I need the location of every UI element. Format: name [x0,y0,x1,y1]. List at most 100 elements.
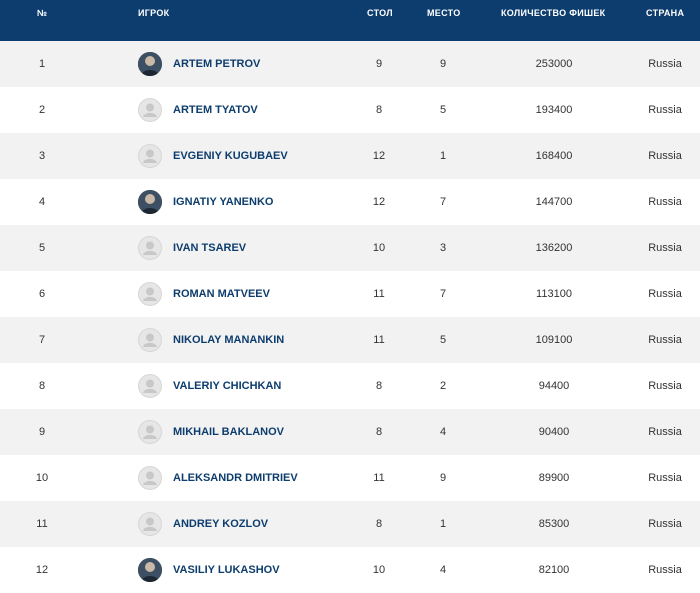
table-number-cell: 12 [372,150,386,162]
table-row: 10 ALEKSANDR DMITRIEV 11 9 89900 Russia [0,455,700,501]
seat-number-cell: 1 [439,518,447,530]
table-number-cell: 8 [375,426,383,438]
player-name-link[interactable]: VASILIY LUKASHOV [173,564,280,576]
table-number-cell: 10 [372,564,386,576]
table-row: 1 ARTEM PETROV 9 9 253000 Russia [0,41,700,87]
player-name-link[interactable]: MIKHAIL BAKLANOV [173,426,284,438]
country-cell: Russia [648,380,682,392]
table-body: 1 ARTEM PETROV 9 9 253000 Russia 2 ARTEM TYATOV… [0,41,700,593]
header-player: ИГРОК [138,8,170,18]
default-avatar-icon[interactable] [138,282,162,306]
player-name-link[interactable]: ARTEM TYATOV [173,104,258,116]
table-number-cell: 8 [375,104,383,116]
country-cell: Russia [648,104,682,116]
country-cell: Russia [648,426,682,438]
player-name-link[interactable]: NIKOLAY MANANKIN [173,334,284,346]
chip-count-cell: 113100 [536,288,572,300]
table-header: № ИГРОК СТОЛ МЕСТО КОЛИЧЕСТВО ФИШЕК СТРА… [0,0,700,41]
table-row: 12 VASILIY LUKASHOV 10 4 82100 Russia [0,547,700,593]
default-avatar-icon[interactable] [138,466,162,490]
default-avatar-icon[interactable] [138,374,162,398]
table-row: 11 ANDREY KOZLOV 8 1 85300 Russia [0,501,700,547]
header-num: № [37,8,48,18]
default-avatar-icon[interactable] [138,236,162,260]
default-avatar-icon[interactable] [138,144,162,168]
header-table: СТОЛ [367,8,393,18]
chip-count-cell: 82100 [538,564,570,576]
chip-count-cell: 109100 [535,334,573,346]
country-cell: Russia [648,196,682,208]
header-chips: КОЛИЧЕСТВО ФИШЕК [501,8,606,18]
seat-number-cell: 9 [439,472,447,484]
table-number-cell: 8 [375,518,383,530]
table-row: 6 ROMAN MATVEEV 11 7 113100 Russia [0,271,700,317]
player-name-link[interactable]: ARTEM PETROV [173,58,260,70]
seat-number-cell: 9 [439,58,447,70]
rank-cell: 5 [38,242,46,254]
rank-cell: 7 [38,334,46,346]
player-photo-avatar[interactable] [138,52,162,76]
seat-number-cell: 7 [439,196,447,208]
player-name-link[interactable]: ROMAN MATVEEV [173,288,270,300]
chip-counts-table: № ИГРОК СТОЛ МЕСТО КОЛИЧЕСТВО ФИШЕК СТРА… [0,0,700,593]
rank-cell: 10 [35,472,49,484]
table-number-cell: 10 [372,242,386,254]
chip-count-cell: 193400 [535,104,573,116]
country-cell: Russia [648,242,682,254]
table-row: 9 MIKHAIL BAKLANOV 8 4 90400 Russia [0,409,700,455]
header-country: СТРАНА [646,8,685,18]
country-cell: Russia [648,288,682,300]
rank-cell: 8 [38,380,46,392]
player-name-link[interactable]: EVGENIY KUGUBAEV [173,150,288,162]
table-row: 5 IVAN TSAREV 10 3 136200 Russia [0,225,700,271]
table-number-cell: 11 [373,288,385,300]
seat-number-cell: 5 [439,104,447,116]
seat-number-cell: 4 [439,426,447,438]
header-seat: МЕСТО [427,8,461,18]
table-row: 7 NIKOLAY MANANKIN 11 5 109100 Russia [0,317,700,363]
default-avatar-icon[interactable] [138,98,162,122]
country-cell: Russia [648,150,682,162]
player-photo-avatar[interactable] [138,190,162,214]
player-name-link[interactable]: ALEKSANDR DMITRIEV [173,472,298,484]
country-cell: Russia [648,334,682,346]
seat-number-cell: 4 [439,564,447,576]
rank-cell: 12 [35,564,49,576]
chip-count-cell: 90400 [538,426,570,438]
player-photo-avatar[interactable] [138,558,162,582]
chip-count-cell: 85300 [538,518,570,530]
seat-number-cell: 3 [439,242,447,254]
player-name-link[interactable]: ANDREY KOZLOV [173,518,268,530]
rank-cell: 3 [38,150,46,162]
chip-count-cell: 144700 [535,196,573,208]
table-number-cell: 8 [375,380,383,392]
chip-count-cell: 94400 [538,380,570,392]
default-avatar-icon[interactable] [138,420,162,444]
rank-cell: 2 [38,104,46,116]
chip-count-cell: 136200 [535,242,573,254]
rank-cell: 9 [38,426,46,438]
table-row: 3 EVGENIY KUGUBAEV 12 1 168400 Russia [0,133,700,179]
rank-cell: 1 [38,58,46,70]
table-row: 2 ARTEM TYATOV 8 5 193400 Russia [0,87,700,133]
rank-cell: 6 [38,288,46,300]
table-number-cell: 9 [375,58,383,70]
default-avatar-icon[interactable] [138,512,162,536]
seat-number-cell: 5 [439,334,447,346]
table-row: 8 VALERIY CHICHKAN 8 2 94400 Russia [0,363,700,409]
seat-number-cell: 1 [439,150,447,162]
table-row: 4 IGNATIY YANENKO 12 7 144700 Russia [0,179,700,225]
seat-number-cell: 2 [439,380,447,392]
player-name-link[interactable]: VALERIY CHICHKAN [173,380,281,392]
table-number-cell: 11 [373,472,385,484]
table-number-cell: 11 [373,334,385,346]
player-name-link[interactable]: IVAN TSAREV [173,242,246,254]
seat-number-cell: 7 [439,288,447,300]
country-cell: Russia [648,58,682,70]
table-number-cell: 12 [372,196,386,208]
country-cell: Russia [648,564,682,576]
default-avatar-icon[interactable] [138,328,162,352]
country-cell: Russia [648,518,682,530]
player-name-link[interactable]: IGNATIY YANENKO [173,196,273,208]
rank-cell: 4 [38,196,46,208]
